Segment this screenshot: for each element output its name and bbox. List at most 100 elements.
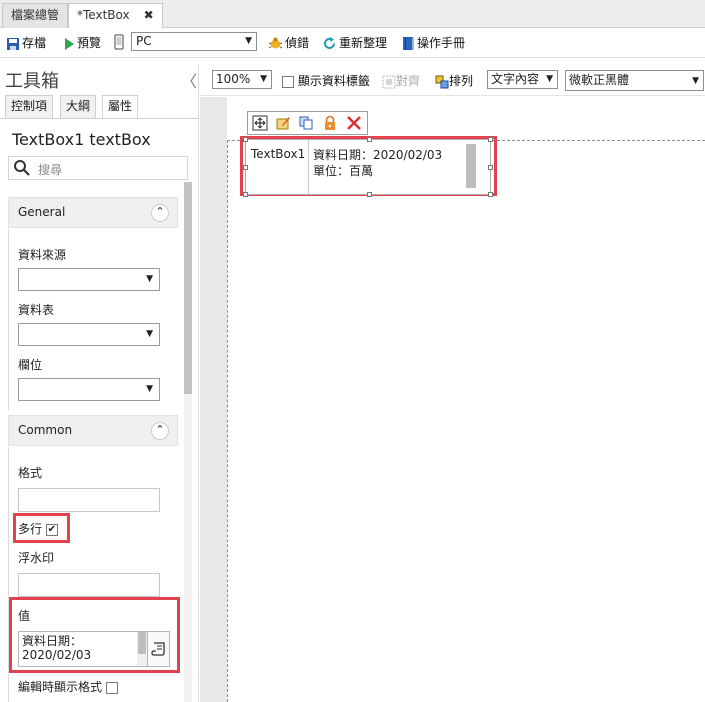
textbox-value-line2: 單位：百萬 (313, 164, 374, 178)
debug-button[interactable]: 偵錯 (268, 35, 309, 53)
multiline-checkbox[interactable]: ✔ (45, 523, 58, 536)
section-general-title: General (18, 205, 66, 219)
move-icon[interactable] (252, 115, 268, 131)
copy-icon[interactable] (298, 115, 314, 131)
resize-handle[interactable] (488, 192, 493, 197)
edit-show-format-checkbox[interactable] (105, 681, 118, 694)
tab-controls[interactable]: 控制項 (5, 95, 54, 118)
chevron-down-icon: ▼ (546, 74, 553, 84)
resize-handle[interactable] (367, 137, 372, 142)
edit-show-format-field: 編輯時顯示格式 (18, 678, 118, 695)
align-label: 對齊 (396, 74, 421, 88)
refresh-icon (324, 37, 335, 49)
resize-handle[interactable] (243, 192, 248, 197)
device-select-value: PC (136, 34, 152, 48)
chevron-down-icon: ▼ (146, 274, 153, 284)
edit-icon[interactable] (275, 115, 291, 131)
expression-editor-button[interactable] (147, 631, 170, 667)
tab-outline[interactable]: 大綱 (60, 95, 97, 118)
resize-handle[interactable] (243, 165, 248, 170)
save-icon (7, 37, 19, 50)
section-general-header[interactable]: General ⌃ (8, 197, 178, 228)
text-content-select[interactable]: 文字內容 ▼ (487, 70, 558, 89)
chevron-down-icon: ▼ (245, 36, 252, 46)
section-common-header[interactable]: Common ⌃ (8, 415, 178, 446)
section-common-title: Common (18, 423, 73, 437)
field-select[interactable]: ▼ (18, 378, 160, 401)
watermark-label: 浮水印 (18, 551, 55, 565)
align-button[interactable]: 對齊 (382, 72, 420, 89)
collapse-panel-icon[interactable]: 〈 (181, 68, 197, 92)
watermark-input[interactable] (18, 573, 160, 597)
document-tabbar: 檔案總管 *TextBox ✖ (0, 0, 705, 29)
show-data-tags-checkbox[interactable] (282, 75, 294, 88)
section-general-border (8, 229, 9, 411)
format-input[interactable] (18, 488, 160, 512)
chevron-down-icon: ▼ (260, 74, 267, 84)
chevron-down-icon: ▼ (146, 384, 153, 394)
save-button[interactable]: 存檔 (6, 35, 46, 53)
tab-properties[interactable]: 屬性 (102, 95, 139, 119)
textbox-scrollbar[interactable] (466, 144, 476, 188)
multiline-field: 多行 ✔ (18, 520, 58, 537)
field-label: 欄位 (18, 358, 43, 372)
arrange-label: 排列 (449, 74, 474, 88)
play-icon (65, 37, 74, 50)
textbox-name: TextBox1 (251, 147, 306, 161)
value-textarea[interactable]: 資料日期： 2020/02/03 (18, 631, 138, 667)
data-source-select[interactable]: ▼ (18, 268, 160, 291)
resize-handle[interactable] (367, 192, 372, 197)
refresh-button[interactable]: 重新整理 (322, 35, 387, 53)
toolbox-title: 工具箱 (5, 71, 59, 92)
show-data-tags-label: 顯示資料標籤 (297, 74, 370, 88)
script-icon (151, 642, 165, 656)
canvas-margin (200, 97, 227, 702)
debug-label: 偵錯 (285, 36, 310, 50)
show-data-tags-toggle[interactable]: 顯示資料標籤 (282, 72, 370, 89)
properties-scrollbar-thumb[interactable] (184, 182, 192, 394)
toolbox-panel: 工具箱 〈 控制項 大綱 屬性 TextBox1 textBox 搜尋 Gene… (0, 64, 199, 702)
resize-handle[interactable] (243, 137, 248, 142)
mobile-device-icon[interactable] (114, 34, 124, 50)
manual-label: 操作手冊 (417, 36, 466, 50)
bug-icon (268, 37, 283, 49)
text-content-value: 文字內容 (491, 72, 540, 86)
value-label: 值 (18, 609, 31, 623)
edit-show-format-label: 編輯時顯示格式 (18, 680, 103, 694)
resize-handle[interactable] (488, 165, 493, 170)
align-icon (382, 75, 396, 88)
lock-icon[interactable] (322, 115, 338, 131)
data-source-label: 資料來源 (18, 248, 67, 262)
chevron-up-icon[interactable]: ⌃ (151, 204, 169, 222)
textbox-value: 資料日期：2020/02/03 單位：百萬 (313, 147, 442, 179)
tab-file-explorer[interactable]: 檔案總管 (2, 3, 69, 28)
chevron-up-icon[interactable]: ⌃ (151, 422, 169, 440)
tab-divider (0, 118, 199, 119)
element-floating-toolbar (247, 111, 368, 135)
textbox-value-line1: 資料日期：2020/02/03 (313, 148, 443, 162)
value-scrollbar-thumb[interactable] (138, 632, 146, 654)
manual-button[interactable]: 操作手冊 (402, 35, 465, 53)
textbox-element[interactable]: TextBox1 資料日期：2020/02/03 單位：百萬 (245, 139, 491, 195)
textbox-divider (308, 140, 309, 194)
delete-icon[interactable] (346, 115, 362, 131)
preview-button[interactable]: 預覽 (63, 35, 101, 53)
data-table-select[interactable]: ▼ (18, 323, 160, 346)
search-icon (14, 160, 30, 176)
arrange-button[interactable]: 排列 (435, 72, 473, 89)
font-select[interactable]: 微軟正黑體 ▼ (565, 70, 704, 91)
tab-label: 檔案總管 (11, 8, 60, 22)
refresh-label: 重新整理 (339, 36, 388, 50)
design-canvas[interactable] (227, 140, 705, 702)
tab-textbox[interactable]: *TextBox ✖ (68, 3, 163, 29)
zoom-value: 100% (216, 72, 251, 86)
chevron-down-icon: ▼ (146, 329, 153, 339)
device-select[interactable]: PC ▼ (131, 32, 257, 51)
close-icon[interactable]: ✖ (144, 8, 154, 22)
search-placeholder: 搜尋 (38, 163, 63, 177)
book-icon (403, 37, 414, 50)
property-search-input[interactable]: 搜尋 (8, 156, 188, 180)
zoom-select[interactable]: 100% ▼ (212, 70, 272, 89)
data-table-label: 資料表 (18, 303, 55, 317)
resize-handle[interactable] (488, 137, 493, 142)
